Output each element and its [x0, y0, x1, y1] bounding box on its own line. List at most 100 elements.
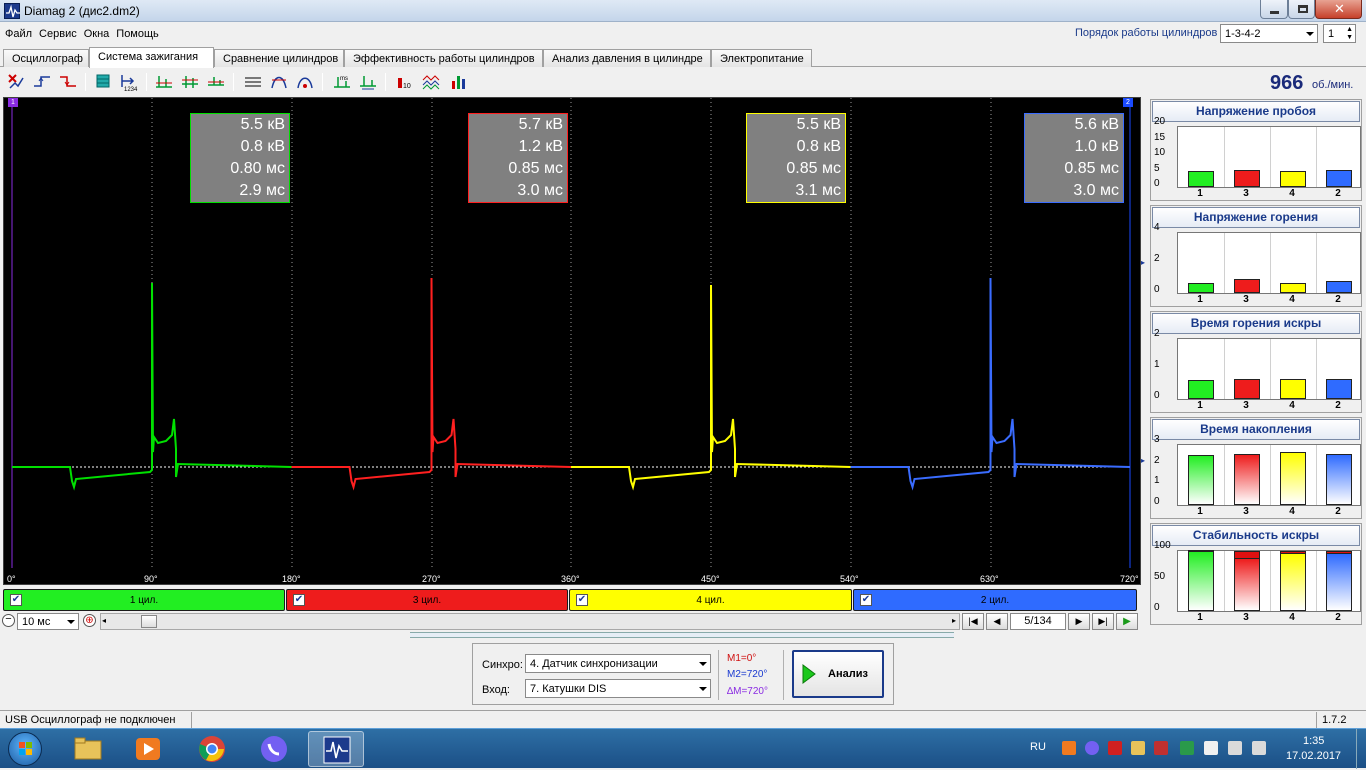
clock-time[interactable]: 1:35 — [1303, 735, 1324, 747]
angle-label: 450° — [701, 574, 720, 584]
x-tick-label: 4 — [1289, 506, 1295, 517]
app-icon — [4, 3, 20, 19]
sync-select[interactable]: 4. Датчик синхронизации — [525, 654, 711, 673]
input-select[interactable]: 7. Катушки DIS — [525, 679, 711, 698]
delta-measure-icon[interactable] — [358, 72, 378, 92]
scroll-left-icon[interactable]: ◂ — [102, 616, 106, 625]
divider — [783, 650, 784, 700]
tab-oscilloscope[interactable]: Осциллограф — [3, 49, 89, 67]
cylinder-2-toggle[interactable]: ✔ 2 цил. — [853, 589, 1137, 611]
kv-mode-icon[interactable] — [154, 72, 174, 92]
waveform-compare-icon[interactable] — [421, 72, 441, 92]
explorer-taskbar-button[interactable] — [60, 731, 116, 767]
panel-title[interactable]: Время накопления — [1152, 419, 1360, 440]
angle-label: 90° — [144, 574, 158, 584]
restore-button[interactable] — [1288, 0, 1315, 19]
tray-speaker-muted-icon[interactable] — [1154, 741, 1168, 755]
tab-cylinder-efficiency[interactable]: Эффективность работы цилиндров — [344, 49, 543, 67]
report-icon[interactable]: 10 — [395, 72, 415, 92]
trigger-rise-icon[interactable] — [32, 72, 52, 92]
tray-network-icon[interactable] — [1252, 741, 1266, 755]
cylinder-3-toggle[interactable]: ✔ 3 цил. — [286, 589, 568, 611]
panel-title[interactable]: Стабильность искры — [1152, 525, 1360, 546]
cylinder-4-toggle[interactable]: ✔ 4 цил. — [569, 589, 852, 611]
parade-icon[interactable] — [295, 72, 315, 92]
burn-time: 0.80 мс — [230, 160, 285, 177]
tab-cylinder-pressure[interactable]: Анализ давления в цилиндре — [543, 49, 711, 67]
start-button[interactable] — [8, 732, 42, 766]
tray-device-icon[interactable] — [1204, 741, 1218, 755]
zoom-in-icon[interactable]: ⊕ — [83, 614, 96, 627]
x-tick-label: 4 — [1289, 612, 1295, 623]
marker-2-flag[interactable]: 2 — [1123, 98, 1133, 107]
cyl-3-info-box: 5.7 кВ 1.2 кВ 0.85 мс 3.0 мс — [468, 113, 568, 203]
chrome-taskbar-button[interactable] — [184, 731, 240, 767]
scroll-right-icon[interactable]: ▸ — [1141, 258, 1145, 267]
counter-icon[interactable]: 1234 — [119, 72, 139, 93]
last-frame-button[interactable]: ▶| — [1092, 613, 1114, 630]
tab-power-supply[interactable]: Электропитание — [711, 49, 812, 67]
panel-title[interactable]: Напряжение пробоя — [1152, 101, 1360, 122]
bar-chart-icon[interactable] — [449, 72, 469, 92]
marker-1-flag[interactable]: 1 — [8, 98, 18, 107]
play-button[interactable]: ▶ — [1116, 613, 1138, 630]
clock-date[interactable]: 17.02.2017 — [1286, 750, 1341, 762]
y-tick-label: 0 — [1154, 602, 1160, 613]
menu-help[interactable]: Помощь — [111, 25, 161, 40]
cylinder-spinner[interactable]: 1 ▲ ▼ — [1323, 24, 1356, 43]
media-player-taskbar-button[interactable] — [120, 731, 176, 767]
cylinder-trace — [850, 277, 1131, 491]
cylinder-bar — [1326, 170, 1352, 187]
analyze-button[interactable]: Анализ — [792, 650, 884, 698]
marker-1-readout: M1=0° — [727, 653, 757, 664]
tab-cylinder-comparison[interactable]: Сравнение цилиндров — [214, 49, 344, 67]
burn-voltage: 1.0 кВ — [1074, 138, 1119, 155]
tray-volume-icon[interactable] — [1228, 741, 1242, 755]
diamag-taskbar-button[interactable] — [308, 731, 364, 767]
menu-service[interactable]: Сервис — [34, 25, 79, 40]
firing-order-select[interactable]: 1-3-4-2 — [1220, 24, 1318, 43]
breakdown-voltage: 5.6 кВ — [1074, 116, 1119, 133]
trigger-fall-icon[interactable] — [58, 72, 78, 92]
scroll-right-icon[interactable]: ▸ — [952, 616, 956, 625]
horizontal-scrollbar[interactable]: ◂ ▸ — [100, 613, 960, 630]
cursor-tool-icon[interactable] — [6, 72, 26, 92]
viber-taskbar-button[interactable] — [246, 731, 302, 767]
close-button[interactable]: ✕ — [1315, 0, 1362, 19]
first-frame-button[interactable]: |◀ — [962, 613, 984, 630]
menu-windows[interactable]: Окна — [79, 25, 112, 40]
panel-title[interactable]: Время горения искры — [1152, 313, 1360, 334]
tray-update-icon[interactable] — [1180, 741, 1194, 755]
next-frame-button[interactable]: ▶ — [1068, 613, 1090, 630]
panel-splitter[interactable] — [410, 632, 954, 638]
scroll-thumb[interactable] — [141, 615, 157, 628]
title-bar: Diamag 2 (дис2.dm2) ✕ — [0, 0, 1366, 22]
tab-ignition-system[interactable]: Система зажигания — [89, 47, 214, 68]
zoom-out-icon[interactable]: − — [2, 614, 15, 627]
minimize-button[interactable] — [1260, 0, 1288, 19]
panel-title[interactable]: Напряжение горения — [1152, 207, 1360, 228]
oscilloscope-display[interactable]: 1 2 5.5 кВ 0.8 кВ 0.80 мс 2.9 мс 5.7 кВ … — [3, 97, 1141, 585]
tray-app-icon[interactable] — [1062, 741, 1076, 755]
svg-text:ms: ms — [340, 76, 348, 82]
show-desktop-button[interactable] — [1356, 729, 1366, 769]
waveform-canvas — [11, 98, 1131, 568]
y-tick-label: 15 — [1154, 131, 1166, 143]
language-indicator[interactable]: RU — [1030, 741, 1046, 753]
minimize-icon — [1270, 11, 1279, 14]
coil-icon[interactable] — [93, 72, 113, 92]
viber-icon — [261, 736, 287, 762]
measure-icon[interactable]: ms — [332, 72, 352, 92]
timebase-select[interactable]: 10 мс — [17, 613, 79, 630]
prev-frame-button[interactable]: ◀ — [986, 613, 1008, 630]
phase-shift-icon[interactable] — [269, 72, 289, 92]
row-mode-icon[interactable] — [206, 72, 226, 92]
tray-folder-icon[interactable] — [1131, 741, 1145, 755]
overlay-mode-icon[interactable] — [180, 72, 200, 92]
menu-file[interactable]: Файл — [0, 25, 34, 40]
tray-antivirus-icon[interactable] — [1108, 741, 1122, 755]
grid-lines-icon[interactable] — [243, 72, 263, 92]
scroll-right-icon[interactable]: ▸ — [1141, 456, 1145, 465]
cylinder-1-toggle[interactable]: ✔ 1 цил. — [3, 589, 285, 611]
tray-viber-icon[interactable] — [1085, 741, 1099, 755]
